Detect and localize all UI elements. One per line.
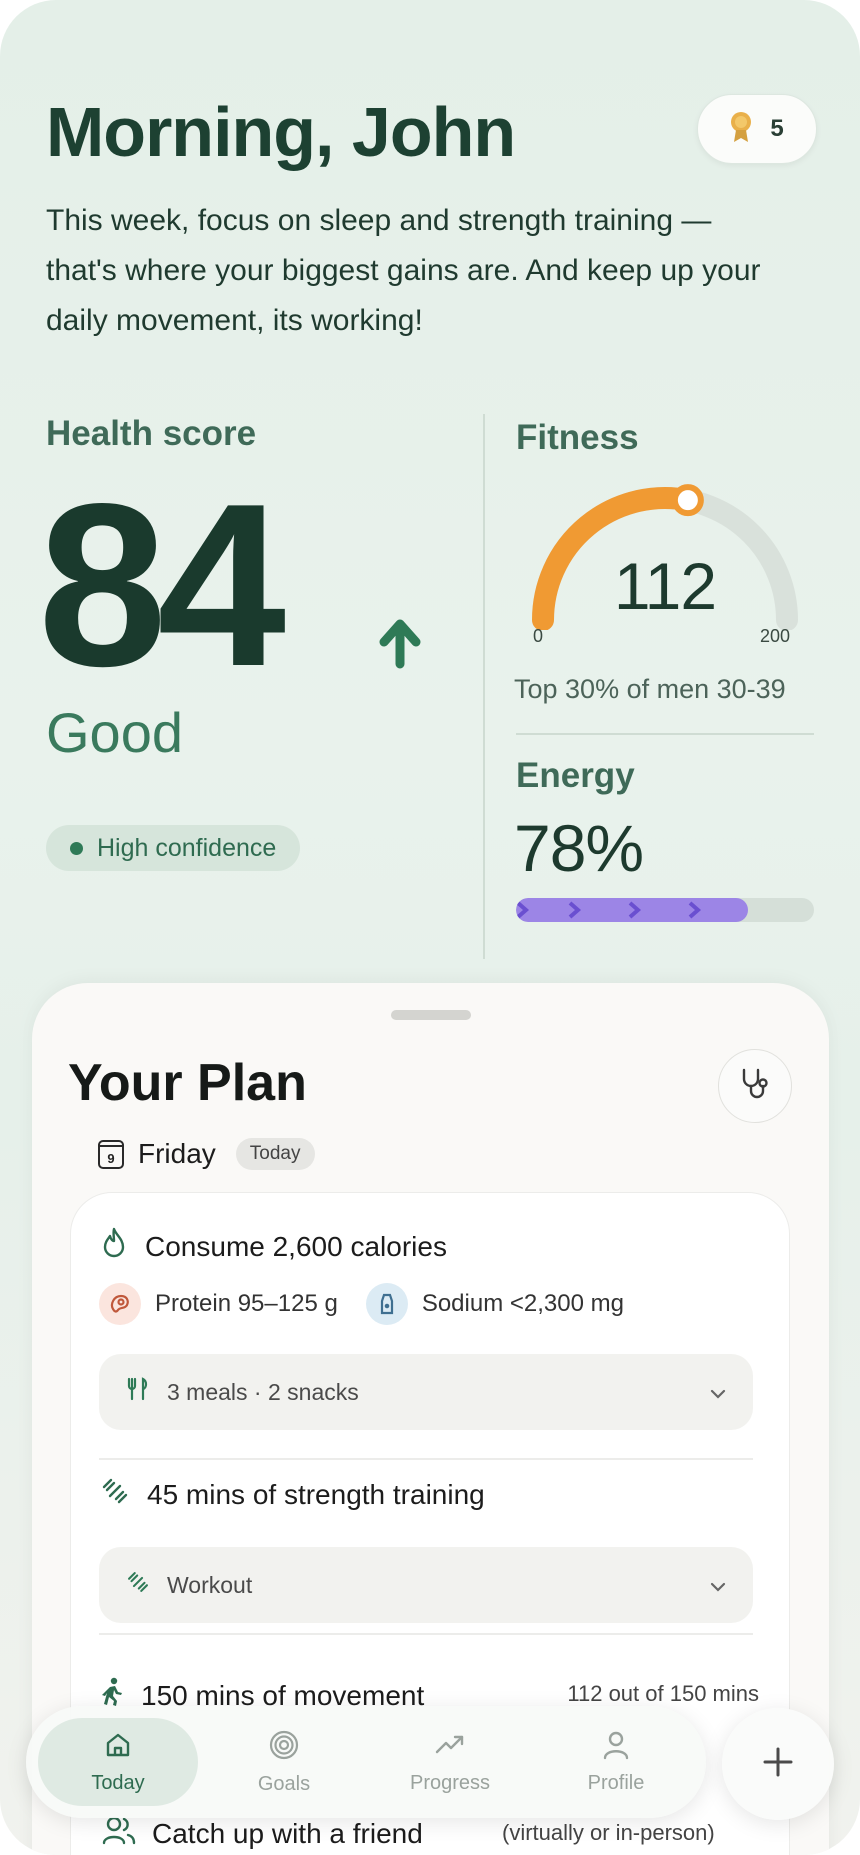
day-name: Friday [138,1138,216,1169]
nav-profile-label: Profile [587,1771,645,1794]
chevron-down-icon [709,1572,727,1599]
protein-label: Protein 95–125 g [155,1290,338,1317]
meals-label: 3 meals · 2 snacks [167,1378,359,1405]
calendar-icon: 9 [98,1139,124,1169]
energy-value: 78% [514,811,644,885]
greeting-title: Morning, John [46,93,516,171]
health-score-title: Health score [46,414,257,453]
salt-shaker-icon [365,1283,408,1325]
item-divider [99,1633,753,1635]
plus-icon [760,1744,796,1785]
app-screen: Morning, John 5 This week, focus on slee… [0,0,860,1855]
nav-today-label: Today [91,1771,145,1794]
stethoscope-icon [737,1066,773,1107]
confidence-badge[interactable]: High confidence [46,825,301,871]
nav-goals[interactable]: Goals [204,1706,364,1818]
gauge-min-label: 0 [533,626,544,646]
meals-dropdown[interactable]: 3 meals · 2 snacks [99,1354,753,1430]
energy-chevrons-icon [516,901,702,919]
add-button[interactable] [722,1708,834,1820]
trophy-icon [730,111,752,148]
nav-profile[interactable]: Profile [536,1706,696,1818]
bottom-nav: Today Goals Progress Profile [26,1706,706,1818]
health-score-rating: Good [46,701,183,764]
energy-bar [516,898,814,922]
today-badge: Today [235,1138,315,1170]
movement-progress: 112 out of 150 mins [567,1681,759,1706]
friend-item[interactable]: Catch up with a friend [102,1815,423,1852]
fork-knife-icon [125,1376,151,1408]
health-score-value[interactable]: 84 [38,470,286,702]
confidence-dot-icon [70,841,83,855]
confidence-label: High confidence [97,833,277,862]
nav-progress-label: Progress [409,1771,491,1794]
steak-icon [99,1283,141,1325]
gauge-knob [671,484,704,517]
strength-item[interactable]: 45 mins of strength training [99,1475,485,1514]
sheet-grabber[interactable] [391,1010,471,1020]
user-icon [601,1730,631,1766]
flame-icon [99,1227,129,1266]
energy-bar-fill [516,898,749,922]
fitness-energy-divider [516,733,814,735]
calories-title: Consume 2,600 calories [145,1230,447,1262]
fitness-rank: Top 30% of men 30-39 [514,674,786,704]
calendar-day-number: 9 [107,1150,115,1166]
friend-note: (virtually or in-person) [502,1820,715,1845]
workout-dropdown[interactable]: Workout [99,1547,753,1623]
trend-up-icon [372,614,428,675]
award-count: 5 [770,115,784,142]
dumbbell-icon [99,1475,131,1514]
friend-title: Catch up with a friend [152,1817,423,1849]
energy-title: Energy [516,756,635,795]
weekly-summary: This week, focus on sleep and strength t… [46,204,761,337]
calories-item[interactable]: Consume 2,600 calories [99,1227,447,1266]
people-icon [102,1815,136,1852]
awards-button[interactable]: 5 [697,94,817,164]
sodium-label: Sodium <2,300 mg [421,1290,624,1317]
gauge-max-label: 200 [760,626,791,646]
plan-title: Your Plan [68,1054,307,1112]
strength-title: 45 mins of strength training [147,1478,485,1510]
protein-target: Protein 95–125 g [99,1283,338,1325]
fitness-value: 112 [613,549,717,623]
fitness-title: Fitness [516,418,639,457]
nav-goals-label: Goals [257,1772,311,1795]
nutrient-targets: Protein 95–125 g Sodium <2,300 mg [99,1283,624,1325]
doctor-button[interactable] [718,1049,792,1123]
column-divider [483,414,485,959]
item-divider [99,1458,753,1460]
home-icon [103,1730,133,1766]
sodium-target: Sodium <2,300 mg [365,1283,624,1325]
trend-chart-icon [434,1730,466,1766]
workout-label: Workout [167,1571,253,1598]
target-icon [268,1729,300,1767]
dumbbell-small-icon [125,1569,151,1601]
chevron-down-icon [709,1379,727,1406]
nav-today[interactable]: Today [38,1706,198,1818]
nav-progress[interactable]: Progress [370,1706,530,1818]
day-header: 9 Friday Today [98,1138,315,1170]
